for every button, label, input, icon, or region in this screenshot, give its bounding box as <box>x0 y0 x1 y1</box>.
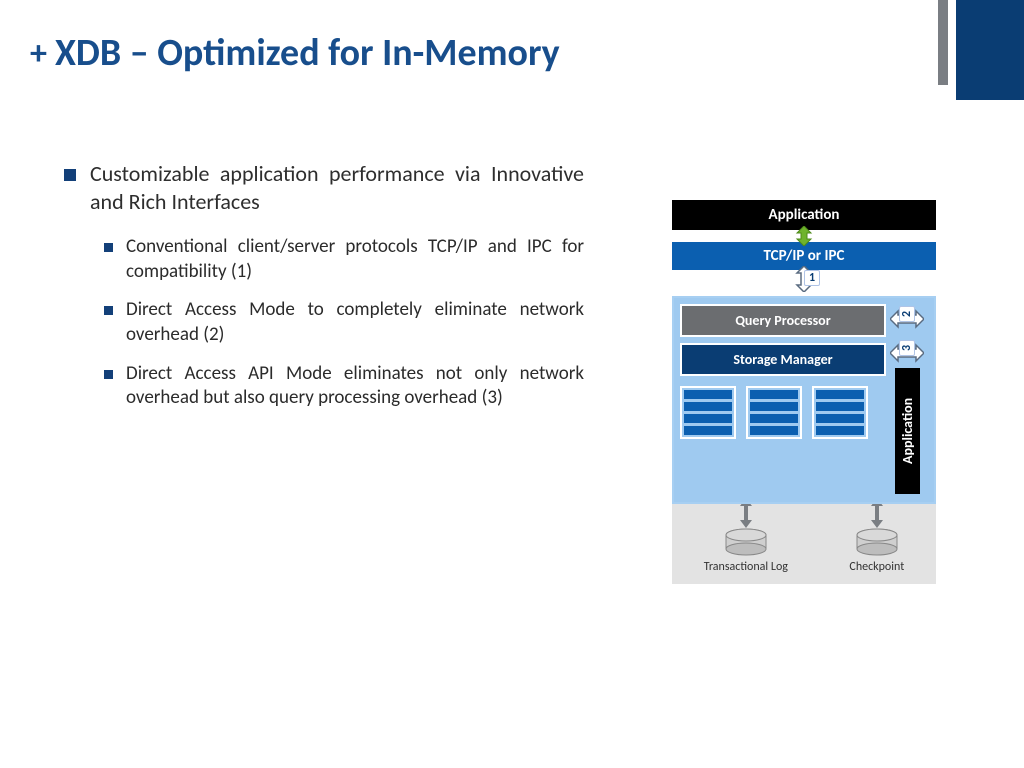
sub-bullet: Direct Access API Mode eliminates not on… <box>104 362 584 411</box>
data-cell <box>750 414 798 423</box>
disk-txlog: Transactional Log <box>704 516 788 574</box>
box-query-processor: Query Processor <box>680 304 886 337</box>
data-cell <box>684 414 732 423</box>
storage-panel: Transactional Log Checkpoint <box>672 504 936 584</box>
data-cell <box>750 426 798 435</box>
disk-icon <box>855 528 899 556</box>
page-title: XDB – Optimized for In-Memory <box>55 34 560 74</box>
badge-1: 1 <box>804 270 820 286</box>
data-cell <box>750 402 798 411</box>
data-cell <box>750 390 798 399</box>
data-cell <box>684 390 732 399</box>
corner-decoration <box>938 0 1024 100</box>
arrow-qp-app: 2 <box>890 304 924 334</box>
data-block-grid <box>680 386 886 439</box>
box-storage-manager: Storage Manager <box>680 343 886 376</box>
bidir-arrow-green-icon <box>793 226 815 246</box>
title-row: + XDB – Optimized for In-Memory <box>30 34 560 74</box>
bullet-main: Customizable application performance via… <box>64 160 584 215</box>
data-cell <box>816 414 864 423</box>
data-cell <box>816 390 864 399</box>
sub-bullet: Direct Access Mode to completely elimina… <box>104 298 584 347</box>
data-stack <box>680 386 736 439</box>
bullet-content: Customizable application performance via… <box>64 160 584 425</box>
architecture-diagram: Application TCP/IP or IPC 1 Query Proces… <box>672 200 936 584</box>
arrow-sm-app: 3 <box>890 338 924 368</box>
label-txlog: Transactional Log <box>704 560 788 574</box>
badge-2: 2 <box>899 306 915 322</box>
data-cell <box>816 426 864 435</box>
disk-icon <box>724 528 768 556</box>
engine-panel: Query Processor Storage Manager <box>672 296 936 504</box>
data-cell <box>816 402 864 411</box>
sub-bullet-list: Conventional client/server protocols TCP… <box>64 235 584 411</box>
sub-bullet: Conventional client/server protocols TCP… <box>104 235 584 284</box>
badge-3: 3 <box>899 340 915 356</box>
data-cell <box>684 426 732 435</box>
data-stack <box>746 386 802 439</box>
arrow-ipc-qp: 1 <box>672 266 936 288</box>
disk-checkpoint: Checkpoint <box>849 516 904 574</box>
data-cell <box>684 402 732 411</box>
box-application-side: Application <box>895 368 920 494</box>
label-checkpoint: Checkpoint <box>849 560 904 574</box>
corner-bar-gray <box>938 0 948 85</box>
corner-bar-blue <box>956 0 1024 100</box>
plus-icon: + <box>30 37 47 71</box>
data-stack <box>812 386 868 439</box>
